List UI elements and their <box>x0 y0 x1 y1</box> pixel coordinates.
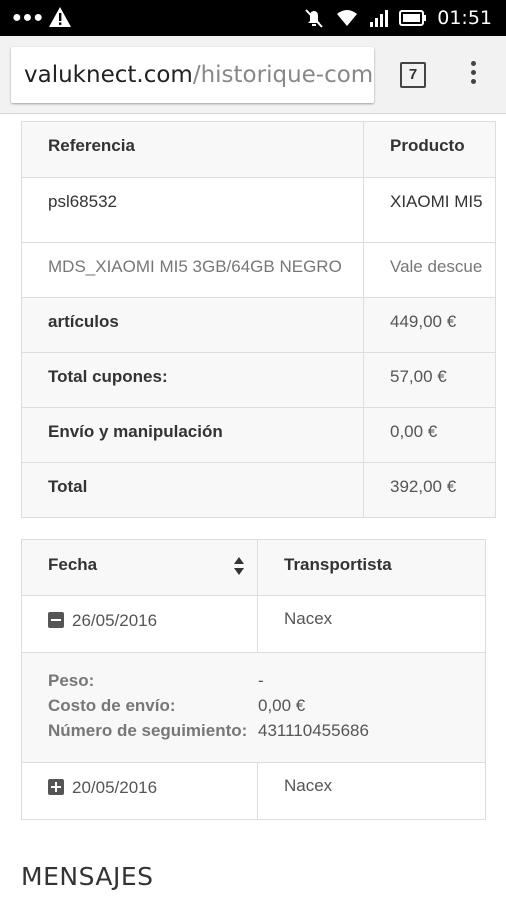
totals-value: 0,00 € <box>363 407 496 463</box>
more-dots-icon: ●●● <box>12 9 44 26</box>
url-text: valuknect.com/historique-comr <box>24 62 374 88</box>
shipment-row: 26/05/2016 Nacex <box>21 595 486 653</box>
shipment-details-row: Peso: - Costo de envío: 0,00 € Número de… <box>21 652 486 763</box>
detail-weight: Peso: - <box>48 668 485 693</box>
silent-icon <box>305 9 323 28</box>
column-header-date[interactable]: Fecha <box>21 539 258 596</box>
totals-value: 449,00 € <box>363 297 496 353</box>
detail-tracking-number: Número de seguimiento: 431110455686 <box>48 718 485 743</box>
detail-value: - <box>258 671 264 690</box>
shipping-table: Fecha Transportista 26/05/2016 Nacex Pes… <box>21 539 486 820</box>
table-row: MDS_XIAOMI MI5 3GB/64GB NEGRO Vale descu… <box>21 242 496 298</box>
cell-reference: MDS_XIAOMI MI5 3GB/64GB NEGRO <box>21 242 364 298</box>
totals-row-items: artículos 449,00 € <box>21 297 496 353</box>
detail-value[interactable]: 431110455686 <box>258 718 369 743</box>
shipment-carrier: Nacex <box>257 595 486 653</box>
url-field[interactable]: valuknect.com/historique-comr <box>11 47 374 103</box>
totals-row-total: Total 392,00 € <box>21 462 496 518</box>
totals-label: artículos <box>21 297 364 353</box>
collapse-icon[interactable] <box>48 612 64 628</box>
sort-icon[interactable] <box>233 555 245 577</box>
expand-icon[interactable] <box>48 779 64 795</box>
totals-row-shipping: Envío y manipulación 0,00 € <box>21 407 496 463</box>
wifi-icon <box>337 10 358 26</box>
shipment-carrier: Nacex <box>257 762 486 820</box>
totals-label: Total cupones: <box>21 352 364 408</box>
detail-label: Número de seguimiento: <box>48 721 248 740</box>
clock: 01:51 <box>437 7 492 29</box>
totals-label: Total <box>21 462 364 518</box>
detail-label: Peso: <box>48 671 95 690</box>
cell-reference: psl68532 <box>21 177 364 243</box>
order-details-table: Referencia Producto psl68532 XIAOMI MI5 … <box>21 121 496 518</box>
column-header-reference: Referencia <box>21 121 364 178</box>
shipment-row: 20/05/2016 Nacex <box>21 762 486 820</box>
table-header-row: Fecha Transportista <box>21 539 486 596</box>
shipment-date-cell: 20/05/2016 <box>21 762 258 820</box>
cell-product: XIAOMI MI5 <box>363 177 496 243</box>
tab-switcher-button[interactable]: 7 <box>400 62 426 88</box>
totals-value: 57,00 € <box>363 352 496 408</box>
column-header-carrier: Transportista <box>257 539 486 596</box>
shipment-date-cell: 26/05/2016 <box>21 595 258 653</box>
signal-icon <box>370 10 389 27</box>
cell-product: Vale descue <box>363 242 496 298</box>
browser-menu-icon[interactable] <box>464 58 482 92</box>
messages-section-title: MENSAJES <box>21 862 154 891</box>
column-header-date-label: Fecha <box>48 555 98 574</box>
shipment-details: Peso: - Costo de envío: 0,00 € Número de… <box>21 652 486 763</box>
status-bar: ●●● 01:51 <box>0 0 506 36</box>
totals-label: Envío y manipulación <box>21 407 364 463</box>
shipment-date: 20/05/2016 <box>72 778 158 797</box>
column-header-product: Producto <box>363 121 496 178</box>
battery-icon <box>399 10 427 26</box>
url-host: valuknect.com <box>24 62 193 88</box>
url-path: /historique-comr <box>192 62 374 88</box>
table-header-row: Referencia Producto <box>21 121 496 178</box>
shipment-date: 26/05/2016 <box>72 611 158 630</box>
detail-label: Costo de envío: <box>48 696 176 715</box>
totals-value: 392,00 € <box>363 462 496 518</box>
warning-icon <box>49 7 71 27</box>
totals-row-coupons: Total cupones: 57,00 € <box>21 352 496 408</box>
detail-shipping-cost: Costo de envío: 0,00 € <box>48 693 485 718</box>
detail-value: 0,00 € <box>258 696 306 715</box>
browser-toolbar: valuknect.com/historique-comr 7 <box>0 36 506 114</box>
table-row: psl68532 XIAOMI MI5 <box>21 177 496 243</box>
